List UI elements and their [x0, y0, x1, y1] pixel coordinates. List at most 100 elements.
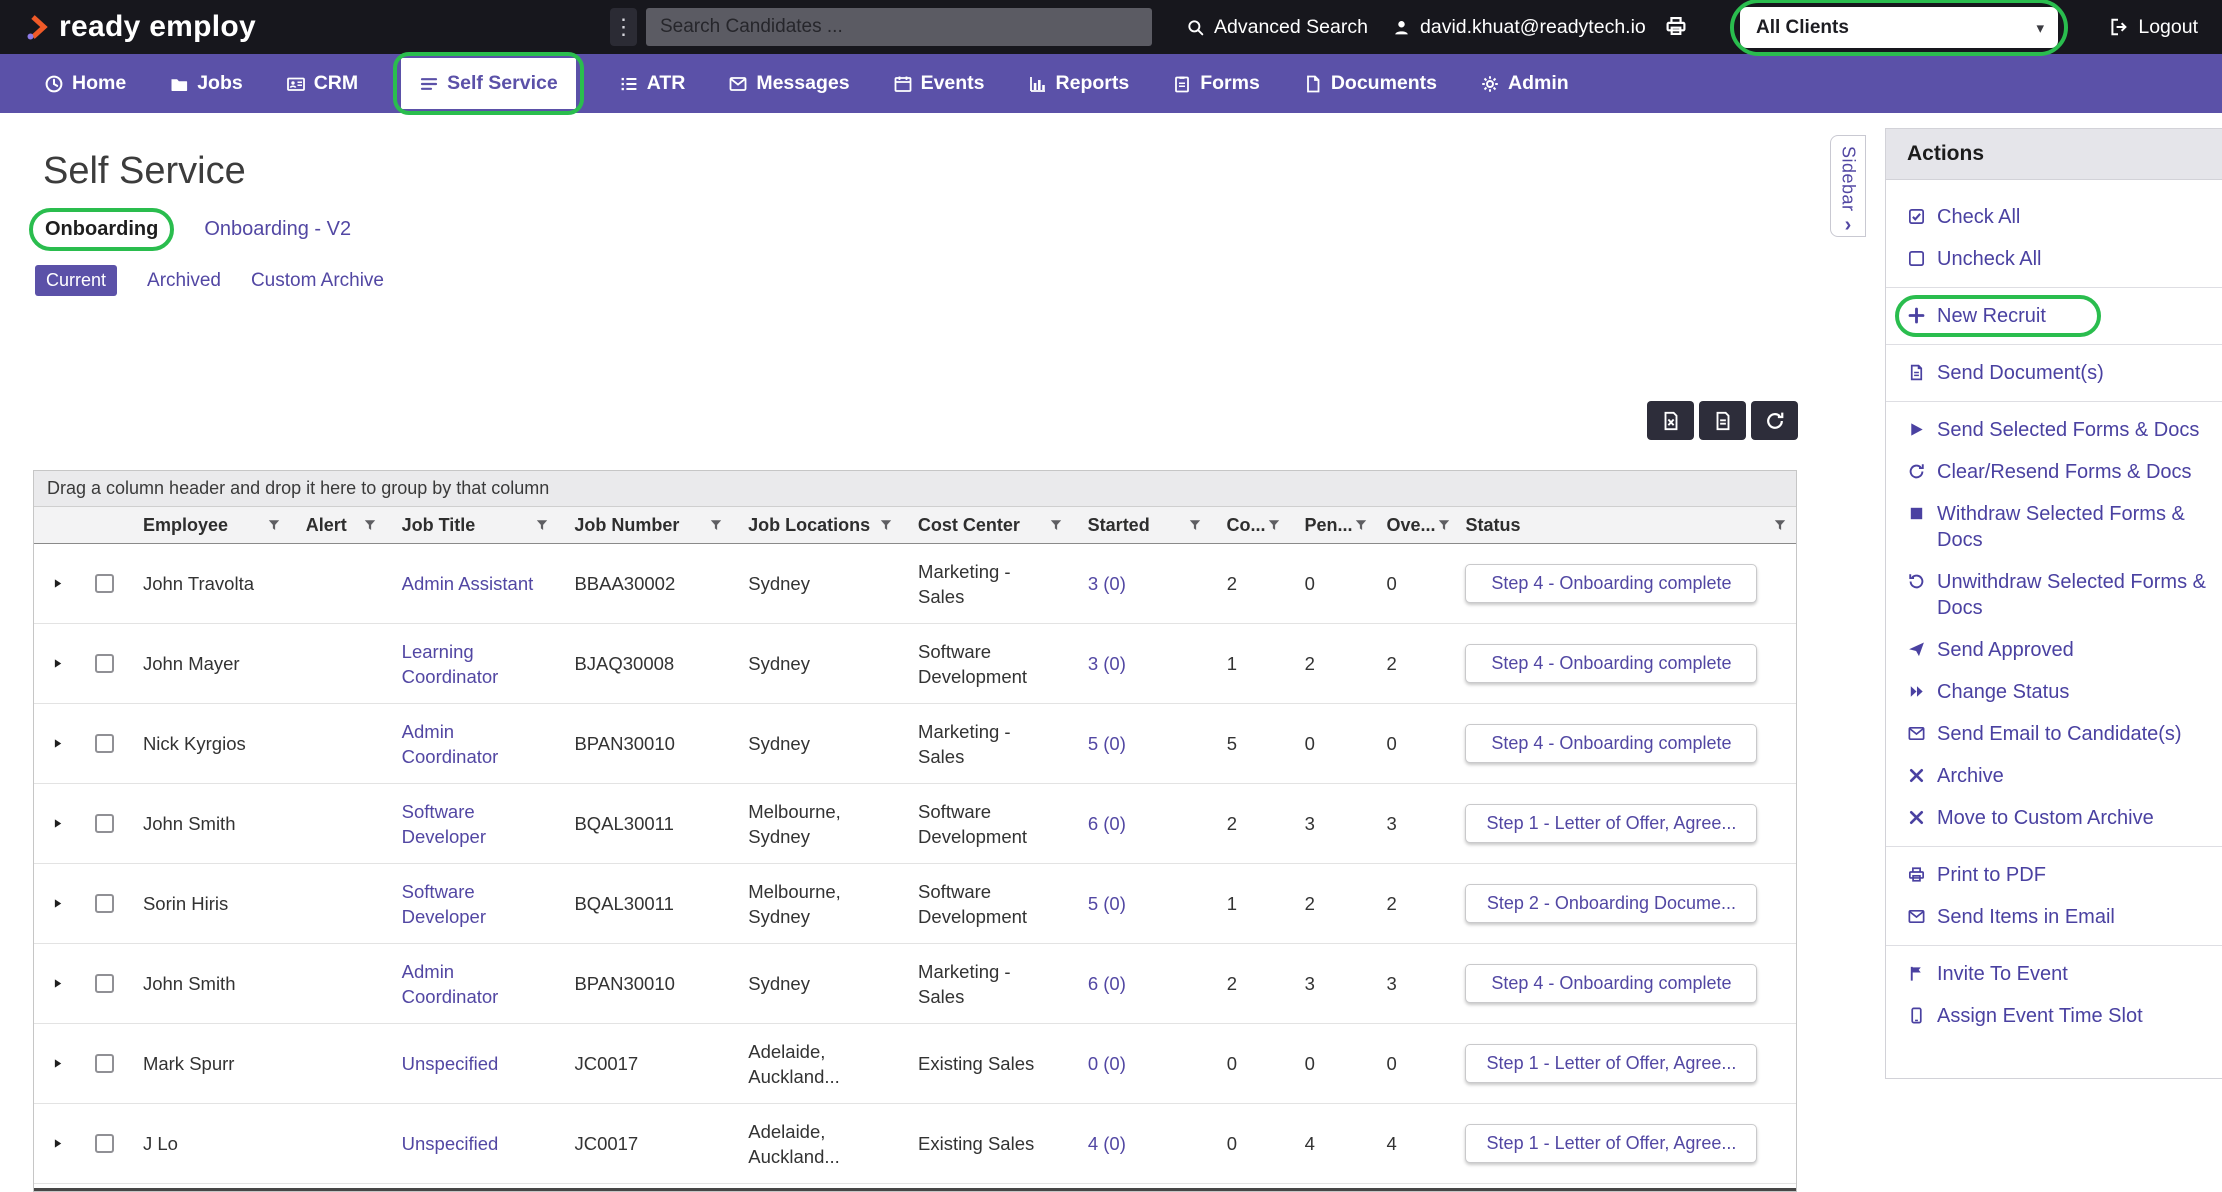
column-header-alert[interactable]: Alert	[290, 507, 386, 543]
nav-item-crm[interactable]: CRM	[286, 54, 358, 113]
action-item-send-document-s[interactable]: Send Document(s)	[1886, 352, 2222, 394]
column-header-cost_center[interactable]: Cost Center	[902, 507, 1072, 543]
row-checkbox[interactable]	[95, 894, 114, 913]
job_title-link[interactable]: Unspecified	[402, 1131, 499, 1156]
menu-dots-button[interactable]: ⋮	[610, 8, 637, 46]
started-link[interactable]: 5 (0)	[1088, 891, 1126, 916]
row-checkbox[interactable]	[95, 814, 114, 833]
action-item-check-all[interactable]: Check All	[1886, 196, 2222, 238]
search-input[interactable]	[646, 8, 1152, 46]
client-selector[interactable]: All Clients ▾	[1740, 7, 2058, 48]
filter-funnel-icon[interactable]	[1048, 517, 1064, 533]
action-item-send-items-in-email[interactable]: Send Items in Email	[1886, 896, 2222, 938]
nav-item-admin[interactable]: Admin	[1480, 54, 1569, 113]
job_title-link[interactable]: Software Developer	[402, 879, 549, 929]
row-checkbox[interactable]	[95, 574, 114, 593]
expand-row-button[interactable]	[50, 816, 65, 831]
action-item-unwithdraw-selected-forms-docs[interactable]: Unwithdraw Selected Forms & Docs	[1886, 561, 2222, 629]
status-button[interactable]: Step 2 - Onboarding Docume...	[1465, 884, 1757, 923]
row-checkbox[interactable]	[95, 1054, 114, 1073]
job_title-link[interactable]: Unspecified	[402, 1051, 499, 1076]
nav-item-atr[interactable]: ATR	[619, 54, 686, 113]
action-item-archive[interactable]: Archive	[1886, 755, 2222, 797]
started-link[interactable]: 3 (0)	[1088, 571, 1126, 596]
nav-item-home[interactable]: Home	[44, 54, 126, 113]
action-item-invite-to-event[interactable]: Invite To Event	[1886, 953, 2222, 995]
nav-item-events[interactable]: Events	[893, 54, 985, 113]
job_title-link[interactable]: Software Developer	[402, 799, 549, 849]
column-header-status[interactable]: Status	[1450, 507, 1797, 543]
row-checkbox[interactable]	[95, 1134, 114, 1153]
filter-funnel-icon[interactable]	[1187, 517, 1203, 533]
expand-row-button[interactable]	[50, 1136, 65, 1151]
started-link[interactable]: 4 (0)	[1088, 1131, 1126, 1156]
status-button[interactable]: Step 4 - Onboarding complete	[1465, 644, 1757, 683]
column-header-started[interactable]: Started	[1072, 507, 1211, 543]
column-header-completed[interactable]: Co...	[1211, 507, 1289, 543]
action-item-move-to-custom-archive[interactable]: Move to Custom Archive	[1886, 797, 2222, 839]
tab-onboarding[interactable]: Onboarding	[45, 218, 158, 241]
job_title-link[interactable]: Learning Coordinator	[402, 639, 549, 689]
action-item-change-status[interactable]: Change Status	[1886, 671, 2222, 713]
nav-item-self-service[interactable]: Self Service	[401, 58, 576, 109]
row-checkbox[interactable]	[95, 734, 114, 753]
nav-item-jobs[interactable]: Jobs	[169, 54, 243, 113]
expand-row-button[interactable]	[50, 656, 65, 671]
group-drop-zone[interactable]: Drag a column header and drop it here to…	[34, 471, 1796, 507]
job_title-link[interactable]: Admin Coordinator	[402, 719, 549, 769]
action-item-uncheck-all[interactable]: Uncheck All	[1886, 238, 2222, 280]
filter-funnel-icon[interactable]	[362, 517, 378, 533]
status-button[interactable]: Step 1 - Letter of Offer, Agree...	[1465, 804, 1757, 843]
started-link[interactable]: 0 (0)	[1088, 1051, 1126, 1076]
job_title-link[interactable]: Admin Coordinator	[402, 959, 549, 1009]
status-button[interactable]: Step 4 - Onboarding complete	[1465, 564, 1757, 603]
expand-row-button[interactable]	[50, 1056, 65, 1071]
filter-funnel-icon[interactable]	[266, 517, 282, 533]
column-header-overdue[interactable]: Ove...	[1371, 507, 1450, 543]
filter-archived[interactable]: Archived	[147, 270, 221, 292]
action-item-print-to-pdf[interactable]: Print to PDF	[1886, 854, 2222, 896]
row-checkbox[interactable]	[95, 974, 114, 993]
logout-button[interactable]: Logout	[2109, 0, 2198, 54]
export-excel-button[interactable]	[1647, 401, 1694, 440]
column-header-job_title[interactable]: Job Title	[386, 507, 559, 543]
status-button[interactable]: Step 4 - Onboarding complete	[1465, 724, 1757, 763]
status-button[interactable]: Step 1 - Letter of Offer, Agree...	[1465, 1124, 1757, 1163]
filter-funnel-icon[interactable]	[1772, 517, 1788, 533]
status-button[interactable]: Step 4 - Onboarding complete	[1465, 964, 1757, 1003]
column-header-employee[interactable]: Employee	[127, 507, 290, 543]
started-link[interactable]: 5 (0)	[1088, 731, 1126, 756]
filter-custom-archive[interactable]: Custom Archive	[251, 270, 384, 292]
job_title-link[interactable]: Admin Assistant	[402, 571, 534, 596]
expand-row-button[interactable]	[50, 736, 65, 751]
action-item-assign-event-time-slot[interactable]: Assign Event Time Slot	[1886, 995, 2222, 1037]
row-checkbox[interactable]	[95, 654, 114, 673]
user-menu[interactable]: david.khuat@readytech.io	[1392, 0, 1646, 54]
filter-funnel-icon[interactable]	[708, 517, 724, 533]
nav-item-messages[interactable]: Messages	[728, 54, 849, 113]
column-header-pending[interactable]: Pen...	[1289, 507, 1371, 543]
nav-item-documents[interactable]: Documents	[1303, 54, 1437, 113]
sidebar-collapse-tab[interactable]: Sidebar ›	[1830, 135, 1866, 237]
export-pdf-button[interactable]	[1699, 401, 1746, 440]
tab-onboarding-v2[interactable]: Onboarding - V2	[204, 218, 351, 241]
action-item-send-selected-forms-docs[interactable]: Send Selected Forms & Docs	[1886, 409, 2222, 451]
action-item-send-approved[interactable]: Send Approved	[1886, 629, 2222, 671]
nav-item-reports[interactable]: Reports	[1028, 54, 1130, 113]
column-header-job_number[interactable]: Job Number	[558, 507, 732, 543]
action-item-withdraw-selected-forms-docs[interactable]: Withdraw Selected Forms & Docs	[1886, 493, 2222, 561]
advanced-search-link[interactable]: Advanced Search	[1186, 0, 1368, 54]
refresh-button[interactable]	[1751, 401, 1798, 440]
filter-funnel-icon[interactable]	[534, 517, 550, 533]
expand-row-button[interactable]	[50, 896, 65, 911]
filter-current[interactable]: Current	[35, 265, 117, 296]
started-link[interactable]: 6 (0)	[1088, 811, 1126, 836]
status-button[interactable]: Step 1 - Letter of Offer, Agree...	[1465, 1044, 1757, 1083]
column-header-job_locations[interactable]: Job Locations	[732, 507, 902, 543]
action-item-send-email-to-candidate-s[interactable]: Send Email to Candidate(s)	[1886, 713, 2222, 755]
started-link[interactable]: 3 (0)	[1088, 651, 1126, 676]
started-link[interactable]: 6 (0)	[1088, 971, 1126, 996]
filter-funnel-icon[interactable]	[878, 517, 894, 533]
nav-item-forms[interactable]: Forms	[1172, 54, 1260, 113]
action-item-new-recruit[interactable]: New Recruit	[1886, 295, 2222, 337]
